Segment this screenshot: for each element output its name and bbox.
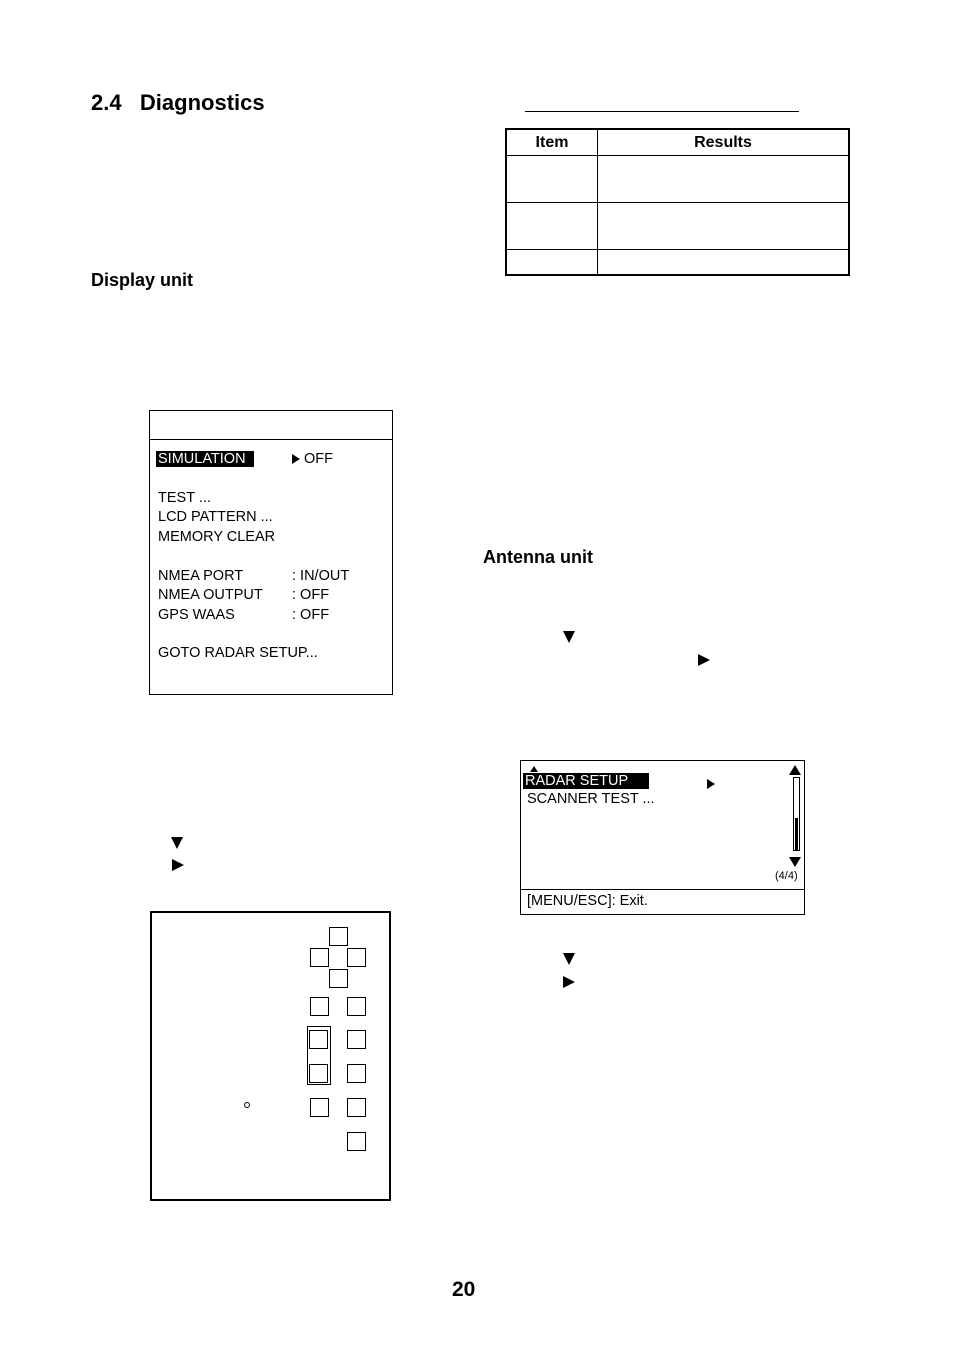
table-row: [505, 249, 850, 276]
table-row: [505, 202, 850, 250]
menu-item-nmea-port[interactable]: NMEA PORT: [158, 568, 243, 584]
nmea-output-value: : OFF: [292, 587, 330, 603]
right-triangle-icon: [563, 976, 575, 988]
menu-footer: [MENU/ESC]: Exit.: [521, 889, 804, 914]
scroll-up-arrow-icon[interactable]: [789, 765, 801, 775]
column-header-results: Results: [597, 128, 850, 156]
control-panel-diagram: [150, 911, 391, 1201]
key[interactable]: [310, 1098, 329, 1117]
table-cell-result: [597, 202, 850, 250]
gps-waas-value: : OFF: [292, 607, 330, 623]
menu-item-scanner-test[interactable]: SCANNER TEST ...: [527, 791, 655, 807]
key[interactable]: [347, 1098, 366, 1117]
menu-item-nmea-output[interactable]: NMEA OUTPUT: [158, 587, 263, 603]
scroll-up-indicator-icon: [530, 766, 538, 772]
simulation-value[interactable]: OFF: [292, 451, 333, 467]
scrollbar[interactable]: [793, 777, 800, 851]
menu-item-radar-setup[interactable]: RADAR SETUP: [523, 773, 649, 789]
nmea-port-value: : IN/OUT: [292, 568, 350, 584]
table-cell-item: [505, 155, 598, 203]
page-number: 20: [452, 1278, 476, 1301]
table-header-row: Item Results: [505, 128, 850, 156]
scroll-down-arrow-icon[interactable]: [789, 857, 801, 867]
exit-hint: [MENU/ESC]: Exit.: [527, 893, 648, 909]
menu-item-goto-radar-setup[interactable]: GOTO RADAR SETUP...: [158, 645, 318, 661]
table-caption-line: [525, 111, 799, 112]
key[interactable]: [309, 1030, 328, 1049]
display-unit-menu-screen: SIMULATION OFF TEST ... LCD PATTERN ... …: [149, 410, 393, 695]
menu-item-test[interactable]: TEST ...: [158, 490, 211, 506]
menu-item-gps-waas[interactable]: GPS WAAS: [158, 607, 235, 623]
table-row: [505, 155, 850, 203]
key[interactable]: [347, 997, 366, 1016]
key[interactable]: [309, 1064, 328, 1083]
key-left[interactable]: [310, 948, 329, 967]
menu-item-memory-clear[interactable]: MEMORY CLEAR: [158, 529, 275, 545]
menu-title-bar: [150, 411, 392, 440]
table-cell-result: [597, 155, 850, 203]
menu-item-simulation[interactable]: SIMULATION: [156, 451, 254, 467]
key-right[interactable]: [347, 948, 366, 967]
column-header-item: Item: [505, 128, 598, 156]
key[interactable]: [310, 997, 329, 1016]
page-indicator: (4/4): [775, 870, 798, 882]
table-cell-item: [505, 202, 598, 250]
scrollbar-thumb[interactable]: [795, 817, 798, 850]
key[interactable]: [347, 1064, 366, 1083]
down-triangle-icon: [171, 837, 183, 849]
section-heading: 2.4 Diagnostics: [91, 90, 265, 115]
key-down[interactable]: [329, 969, 348, 988]
subheading-display-unit: Display unit: [91, 270, 194, 290]
right-triangle-icon: [698, 654, 710, 666]
antenna-unit-menu-screen: RADAR SETUP SCANNER TEST ... (4/4) [MENU…: [520, 760, 805, 915]
key-up[interactable]: [329, 927, 348, 946]
subheading-antenna-unit: Antenna unit: [483, 547, 593, 567]
key[interactable]: [347, 1030, 366, 1049]
down-triangle-icon: [563, 953, 575, 965]
right-triangle-icon: [172, 859, 184, 871]
power-key[interactable]: [347, 1132, 366, 1151]
down-triangle-icon: [563, 631, 575, 643]
table-cell-result: [597, 249, 850, 276]
results-table: Item Results: [505, 128, 850, 276]
table-cell-item: [505, 249, 598, 276]
indicator-led: [244, 1102, 250, 1108]
right-triangle-icon: [707, 779, 715, 789]
right-triangle-icon: [292, 454, 300, 465]
menu-item-lcd-pattern[interactable]: LCD PATTERN ...: [158, 509, 273, 525]
